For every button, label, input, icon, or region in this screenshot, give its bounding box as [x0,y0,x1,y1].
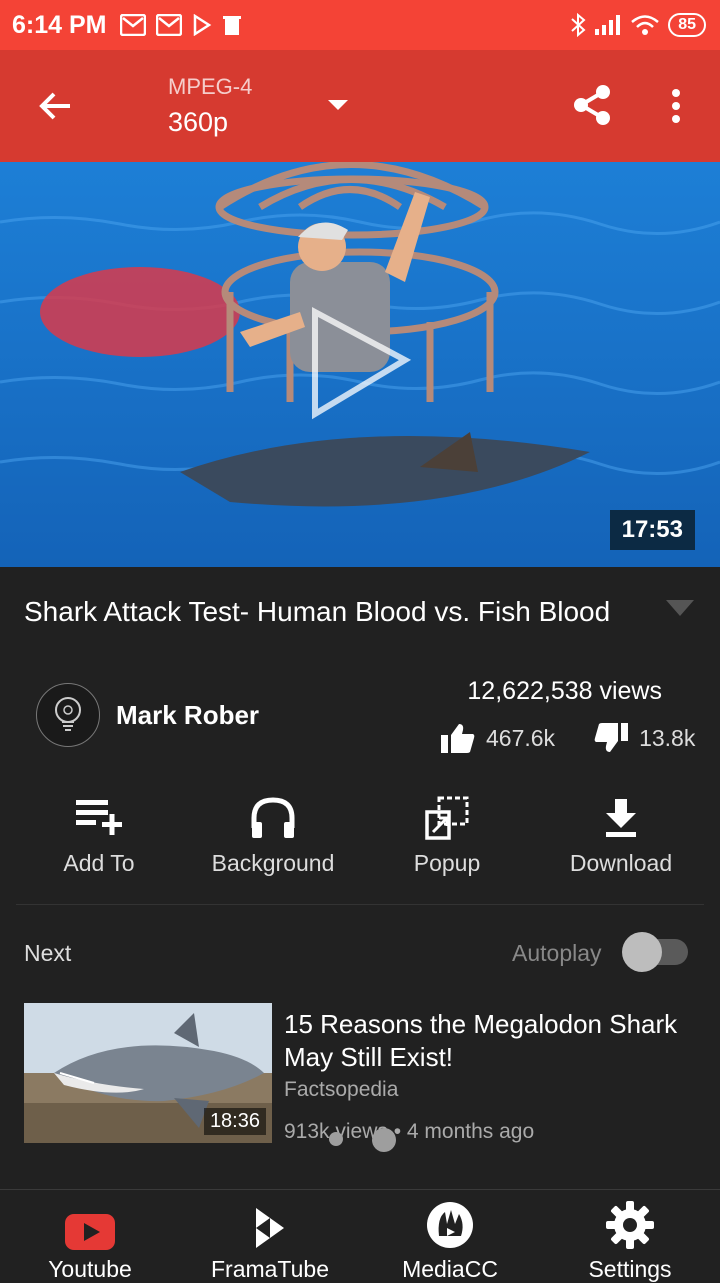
play-store-icon [194,14,212,36]
notification-icons [120,14,242,36]
back-arrow-icon[interactable] [36,86,76,126]
related-video-channel: Factsopedia [284,1078,399,1101]
dislike-count: 13.8k [639,724,696,751]
autoplay-toggle-knob[interactable] [622,932,662,972]
thumbs-up-icon [441,724,475,753]
action-row: Add To Background Popup Download [0,790,720,890]
background-button[interactable]: Background [188,790,358,877]
video-player[interactable]: 17:53 [0,162,720,567]
nav-youtube-label: Youtube [48,1256,132,1282]
channel-name[interactable]: Mark Rober [116,700,259,731]
resolution-label: 360p [168,107,229,137]
mediacc-icon [427,1202,473,1248]
share-icon[interactable] [572,84,612,126]
nav-mediacc-label: MediaCC [402,1256,498,1282]
related-video-duration: 18:36 [203,1108,266,1135]
app-bar: MPEG-4 360p [0,50,720,162]
nav-mediacc[interactable]: MediaCC [360,1190,540,1282]
video-title: Shark Attack Test- Human Blood vs. Fish … [24,596,611,627]
touch-indicator [372,1128,396,1152]
status-time: 6:14 PM [12,10,107,39]
status-bar: 6:14 PM 85 [0,0,720,50]
gear-icon [606,1201,654,1249]
rating-row: 467.6k 13.8k [440,722,720,754]
related-video-title[interactable]: 15 Reasons the Megalodon Shark May Still… [284,1008,704,1074]
view-count: 12,622,538 views [467,677,662,705]
gmail-icon [120,14,147,36]
touch-indicator [329,1132,343,1146]
popup-label: Popup [413,850,481,876]
nav-settings-label: Settings [588,1256,672,1282]
add-to-label: Add To [63,850,135,876]
video-thumbnail [0,162,720,567]
dropdown-arrow-icon [328,100,348,110]
add-to-button[interactable]: Add To [14,790,184,877]
bluetooth-icon [571,13,586,37]
gmail-icon [156,14,183,36]
wifi-icon [631,15,660,35]
format-label: MPEG-4 [168,74,253,99]
thumbs-down-icon [594,723,629,752]
popup-icon [425,796,469,840]
nav-youtube[interactable]: Youtube [0,1190,180,1282]
framatube-icon [256,1208,284,1248]
related-video-meta: 913k views • 4 months ago [284,1120,535,1143]
nav-settings[interactable]: Settings [540,1190,720,1282]
popup-button[interactable]: Popup [362,790,532,877]
related-video-thumbnail[interactable]: 18:36 [24,1003,272,1143]
nav-framatube-label: FramaTube [210,1256,330,1282]
background-label: Background [211,850,335,876]
signal-icon [595,15,621,35]
like-count: 467.6k [486,724,556,751]
trash-icon [223,16,242,35]
more-options-icon[interactable] [668,88,684,124]
autoplay-label: Autoplay [512,940,602,966]
next-label: Next [24,940,72,966]
divider [16,904,704,905]
lightbulb-icon [55,697,81,731]
download-label: Download [569,850,673,876]
channel-avatar[interactable] [36,683,100,747]
battery-indicator: 85 [668,13,706,37]
youtube-icon [65,1214,115,1250]
download-icon [606,799,636,837]
nav-framatube[interactable]: FramaTube [180,1190,360,1282]
expand-description-icon[interactable] [666,600,694,616]
bottom-nav: Youtube FramaTube MediaCC Settings [0,1189,720,1282]
video-duration: 17:53 [609,510,695,550]
download-button[interactable]: Download [536,790,706,877]
headphones-icon [251,797,295,838]
playlist-add-icon [76,800,122,835]
